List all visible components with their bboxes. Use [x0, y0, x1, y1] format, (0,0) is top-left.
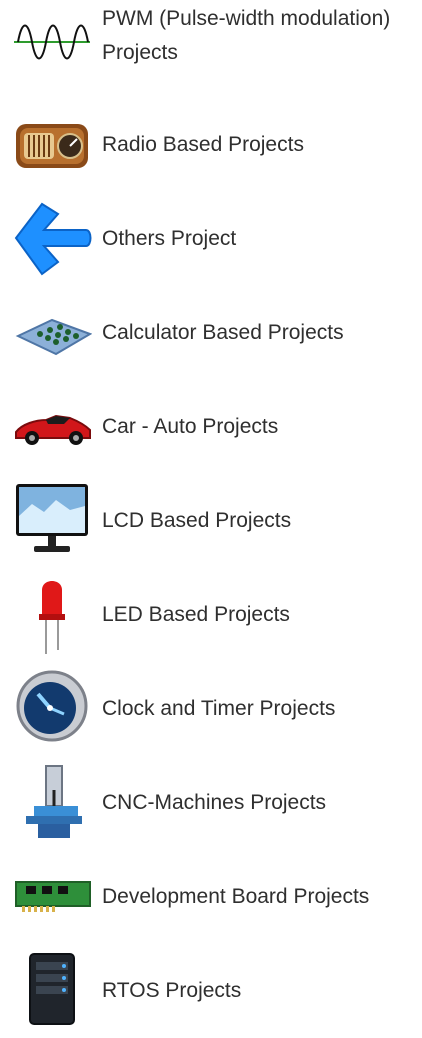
red-led-icon: [39, 581, 65, 654]
category-item-pwm[interactable]: PWM (Pulse-width modulation) Projects: [0, 0, 422, 94]
clock-icon: [16, 670, 88, 742]
sine-wave-icon: [14, 24, 90, 60]
category-label: Car - Auto Projects: [102, 415, 279, 438]
category-label: Calculator Based Projects: [102, 321, 344, 344]
category-item-car[interactable]: Car - Auto Projects: [0, 380, 422, 474]
blue-arrow-icon: [14, 202, 92, 276]
category-item-led[interactable]: LED Based Projects: [0, 568, 422, 662]
category-label: Others Project: [102, 227, 237, 250]
category-label: LCD Based Projects: [102, 509, 292, 532]
category-label: Development Board Projects: [102, 885, 370, 908]
circuit-board-icon: [15, 881, 91, 912]
category-label: LED Based Projects: [102, 603, 290, 626]
category-label: Radio Based Projects: [102, 133, 304, 156]
red-car-icon: [15, 414, 91, 445]
category-label: RTOS Projects: [102, 979, 242, 1002]
category-label: CNC-Machines Projects: [102, 791, 327, 814]
category-label: PWM (Pulse-width modulation) Projects: [102, 7, 391, 64]
cnc-machine-icon: [26, 765, 82, 838]
category-item-development-board[interactable]: Development Board Projects: [0, 850, 422, 944]
category-item-lcd[interactable]: LCD Based Projects: [0, 474, 422, 568]
category-item-clock[interactable]: Clock and Timer Projects: [0, 662, 422, 756]
category-item-others[interactable]: Others Project: [0, 192, 422, 286]
category-item-cnc[interactable]: CNC-Machines Projects: [0, 756, 422, 850]
server-tower-icon: [29, 953, 75, 1025]
category-label: Clock and Timer Projects: [102, 697, 336, 720]
category-item-radio[interactable]: Radio Based Projects: [0, 98, 422, 192]
project-category-list: PWM (Pulse-width modulation) Projects Ra…: [0, 0, 422, 1025]
radio-icon: [16, 124, 88, 168]
lcd-monitor-icon: [16, 484, 88, 552]
category-item-rtos[interactable]: RTOS Projects: [0, 944, 422, 1038]
calculator-keypad-icon: [15, 318, 92, 356]
category-item-calculator[interactable]: Calculator Based Projects: [0, 286, 422, 380]
